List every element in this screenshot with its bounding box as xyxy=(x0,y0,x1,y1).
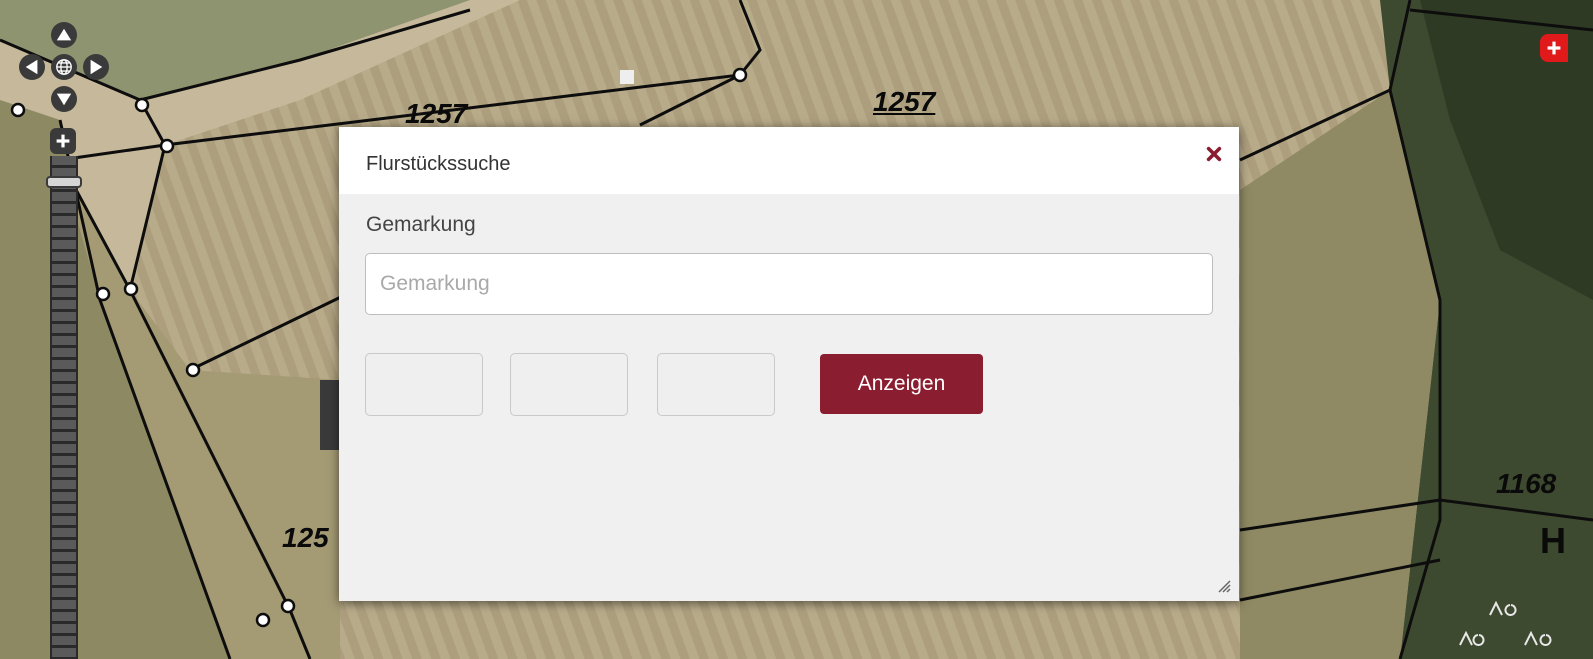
pan-control xyxy=(18,22,112,116)
arrow-right-icon[interactable] xyxy=(83,54,109,80)
resize-grip-icon[interactable] xyxy=(1217,579,1231,593)
gemarkung-input[interactable] xyxy=(365,253,1213,315)
plus-icon xyxy=(1547,41,1561,55)
map-label-letter: H xyxy=(1540,520,1566,561)
map-label-parcel: 1257 xyxy=(405,98,468,129)
arrow-up-icon[interactable] xyxy=(51,22,77,48)
parcel-search-dialog: Flurstückssuche Gemarkung Anzeigen xyxy=(339,127,1239,601)
show-button[interactable]: Anzeigen xyxy=(820,354,983,414)
arrow-left-icon[interactable] xyxy=(19,54,45,80)
zoom-in-button[interactable] xyxy=(50,128,76,154)
map-label-parcel: 1168 xyxy=(1496,468,1557,499)
add-layer-button[interactable] xyxy=(1540,34,1568,62)
flurstueck-zaehler-input[interactable] xyxy=(510,353,628,416)
close-button[interactable] xyxy=(1203,143,1225,165)
flurstueck-nenner-input[interactable] xyxy=(657,353,775,416)
close-icon xyxy=(1206,146,1222,162)
dialog-header[interactable]: Flurstückssuche xyxy=(339,127,1239,194)
zoom-slider[interactable] xyxy=(50,156,78,659)
globe-icon[interactable] xyxy=(51,54,77,80)
map-label-parcel: 125 xyxy=(282,522,329,553)
map-label-parcel: 1257 xyxy=(873,86,936,117)
dialog-title: Flurstückssuche xyxy=(366,153,511,175)
zoom-slider-handle[interactable] xyxy=(46,176,82,188)
plus-icon xyxy=(56,134,70,148)
arrow-down-icon[interactable] xyxy=(51,86,77,112)
flur-input[interactable] xyxy=(365,353,483,416)
gemarkung-label: Gemarkung xyxy=(366,213,476,236)
